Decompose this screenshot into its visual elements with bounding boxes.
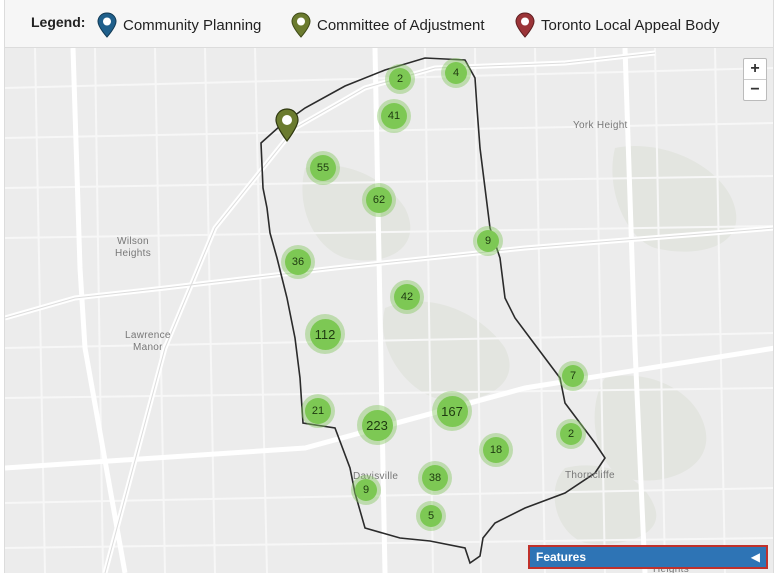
map-cluster[interactable]: 2 — [556, 419, 586, 449]
map-cluster[interactable]: 18 — [479, 433, 513, 467]
cluster-count: 112 — [309, 318, 341, 350]
map-cluster[interactable]: 112 — [305, 314, 345, 354]
cluster-count: 36 — [285, 249, 311, 275]
cluster-count: 2 — [560, 423, 582, 445]
map-pin-icon — [97, 12, 117, 38]
map-cluster[interactable]: 223 — [357, 405, 397, 445]
cluster-count: 223 — [361, 409, 393, 441]
map-cluster[interactable]: 2 — [385, 64, 415, 94]
map-cluster[interactable]: 42 — [390, 280, 424, 314]
cluster-count: 18 — [483, 437, 509, 463]
cluster-count: 5 — [420, 505, 442, 527]
place-label: Thorncliffe — [565, 470, 615, 481]
map-cluster[interactable]: 167 — [432, 391, 472, 431]
legend-item-community-planning: Community Planning — [97, 12, 262, 38]
map-cluster[interactable]: 55 — [306, 151, 340, 185]
map-cluster[interactable]: 21 — [301, 394, 335, 428]
map-pin-icon — [515, 12, 535, 38]
cluster-count: 41 — [381, 103, 407, 129]
zoom-in-button[interactable]: + — [744, 59, 766, 79]
place-label: Wilson Heights — [115, 236, 152, 259]
legend-title: Legend: — [31, 14, 86, 30]
zoom-out-button[interactable]: − — [744, 79, 766, 100]
map-pin-icon[interactable] — [275, 108, 299, 142]
cluster-count: 7 — [562, 365, 584, 387]
map-pin-icon — [291, 12, 311, 38]
place-label: Lawrence Manor — [125, 330, 171, 353]
legend-item-toronto-local-appeal-body: Toronto Local Appeal Body — [515, 12, 720, 38]
zoom-control: + − — [743, 58, 767, 101]
legend-label: Community Planning — [123, 16, 262, 34]
map-cluster[interactable]: 7 — [558, 361, 588, 391]
map-cluster[interactable]: 9 — [473, 226, 503, 256]
map-cluster[interactable]: 5 — [416, 501, 446, 531]
cluster-count: 55 — [310, 155, 336, 181]
map-cluster[interactable]: 36 — [281, 245, 315, 279]
legend-label: Toronto Local Appeal Body — [541, 16, 720, 34]
cluster-count: 167 — [436, 395, 468, 427]
cluster-count: 42 — [394, 284, 420, 310]
features-label: Features — [536, 550, 587, 564]
map-cluster[interactable]: 62 — [362, 183, 396, 217]
map-cluster[interactable]: 41 — [377, 99, 411, 133]
legend-item-committee-of-adjustment: Committee of Adjustment — [291, 12, 485, 38]
map-cluster[interactable]: 9 — [351, 475, 381, 505]
place-label: York Height — [573, 120, 628, 131]
triangle-left-icon: ◀ — [750, 550, 760, 564]
legend-label: Committee of Adjustment — [317, 16, 485, 34]
cluster-count: 21 — [305, 398, 331, 424]
map-view[interactable]: York Height Wilson Heights Lawrence Mano… — [4, 48, 774, 573]
cluster-count: 4 — [445, 62, 467, 84]
map-legend: Legend: Community Planning Committee of … — [4, 0, 774, 48]
cluster-count: 62 — [366, 187, 392, 213]
cluster-count: 9 — [477, 230, 499, 252]
map-cluster[interactable]: 4 — [441, 58, 471, 88]
cluster-count: 2 — [389, 68, 411, 90]
map-cluster[interactable]: 38 — [418, 461, 452, 495]
features-panel-toggle[interactable]: Features ◀ — [528, 545, 768, 569]
cluster-count: 38 — [422, 465, 448, 491]
cluster-count: 9 — [355, 479, 377, 501]
